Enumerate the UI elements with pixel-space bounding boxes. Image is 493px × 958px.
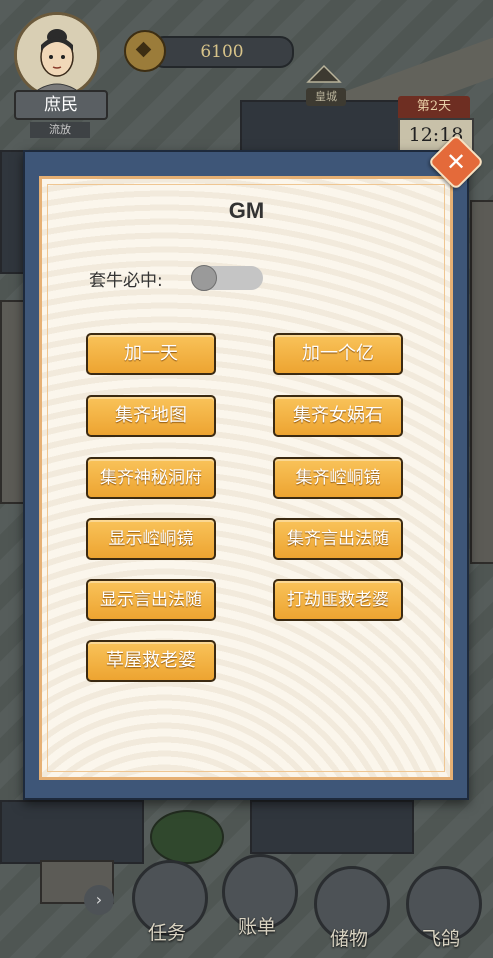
always-hit-toggle[interactable] — [191, 265, 263, 291]
rank-plate: 庶民 — [14, 90, 108, 120]
collect-word-law-button[interactable]: 集齐言出法随 — [273, 518, 403, 560]
rob-bandits-save-wife-button[interactable]: 打劫匪救老婆 — [273, 579, 403, 621]
nav-label: 飞鸽 — [421, 928, 460, 950]
add-hundred-million-button[interactable]: 加一个亿 — [273, 333, 403, 375]
palace-marker[interactable]: 皇城 — [304, 62, 346, 106]
dialog-title: GM — [228, 198, 265, 223]
nav-item-tasks[interactable]: 任务 — [124, 858, 210, 944]
toggle-knob — [191, 265, 217, 291]
hut-save-wife-button[interactable]: 草屋救老婆 — [86, 640, 216, 682]
collect-maps-button[interactable]: 集齐地图 — [86, 395, 216, 437]
close-icon: ✕ — [445, 148, 467, 176]
player-avatar[interactable] — [14, 12, 100, 98]
nav-item-pigeon[interactable]: 飞鸽 — [398, 864, 484, 950]
portrait-icon — [17, 15, 97, 95]
collect-nuwa-stones-button[interactable]: 集齐女娲石 — [273, 395, 403, 437]
nav-label: 账单 — [237, 916, 276, 938]
coin-icon — [124, 30, 166, 72]
show-word-law-button[interactable]: 显示言出法随 — [86, 579, 216, 621]
bottom-nav: 任务 账单 储物 飞鸽 — [0, 854, 493, 958]
show-kongtong-mirror-button[interactable]: 显示崆峒镜 — [86, 518, 216, 560]
nav-label: 任务 — [147, 922, 186, 944]
add-day-button[interactable]: 加一天 — [86, 333, 216, 375]
day-badge: 第2天 — [398, 96, 470, 118]
nav-item-storage[interactable]: 储物 — [306, 864, 392, 950]
collect-mystic-caves-button[interactable]: 集齐神秘洞府 — [86, 457, 216, 499]
nav-label: 储物 — [329, 928, 368, 950]
collect-kongtong-mirror-button[interactable]: 集齐崆峒镜 — [273, 457, 403, 499]
toggle-label: 套牛必中: — [89, 271, 163, 291]
palace-label: 皇城 — [306, 88, 346, 106]
coin-counter: 6100 — [150, 36, 294, 68]
nav-item-ledger[interactable]: 账单 — [214, 852, 300, 938]
rank-subtitle: 流放 — [30, 122, 90, 138]
